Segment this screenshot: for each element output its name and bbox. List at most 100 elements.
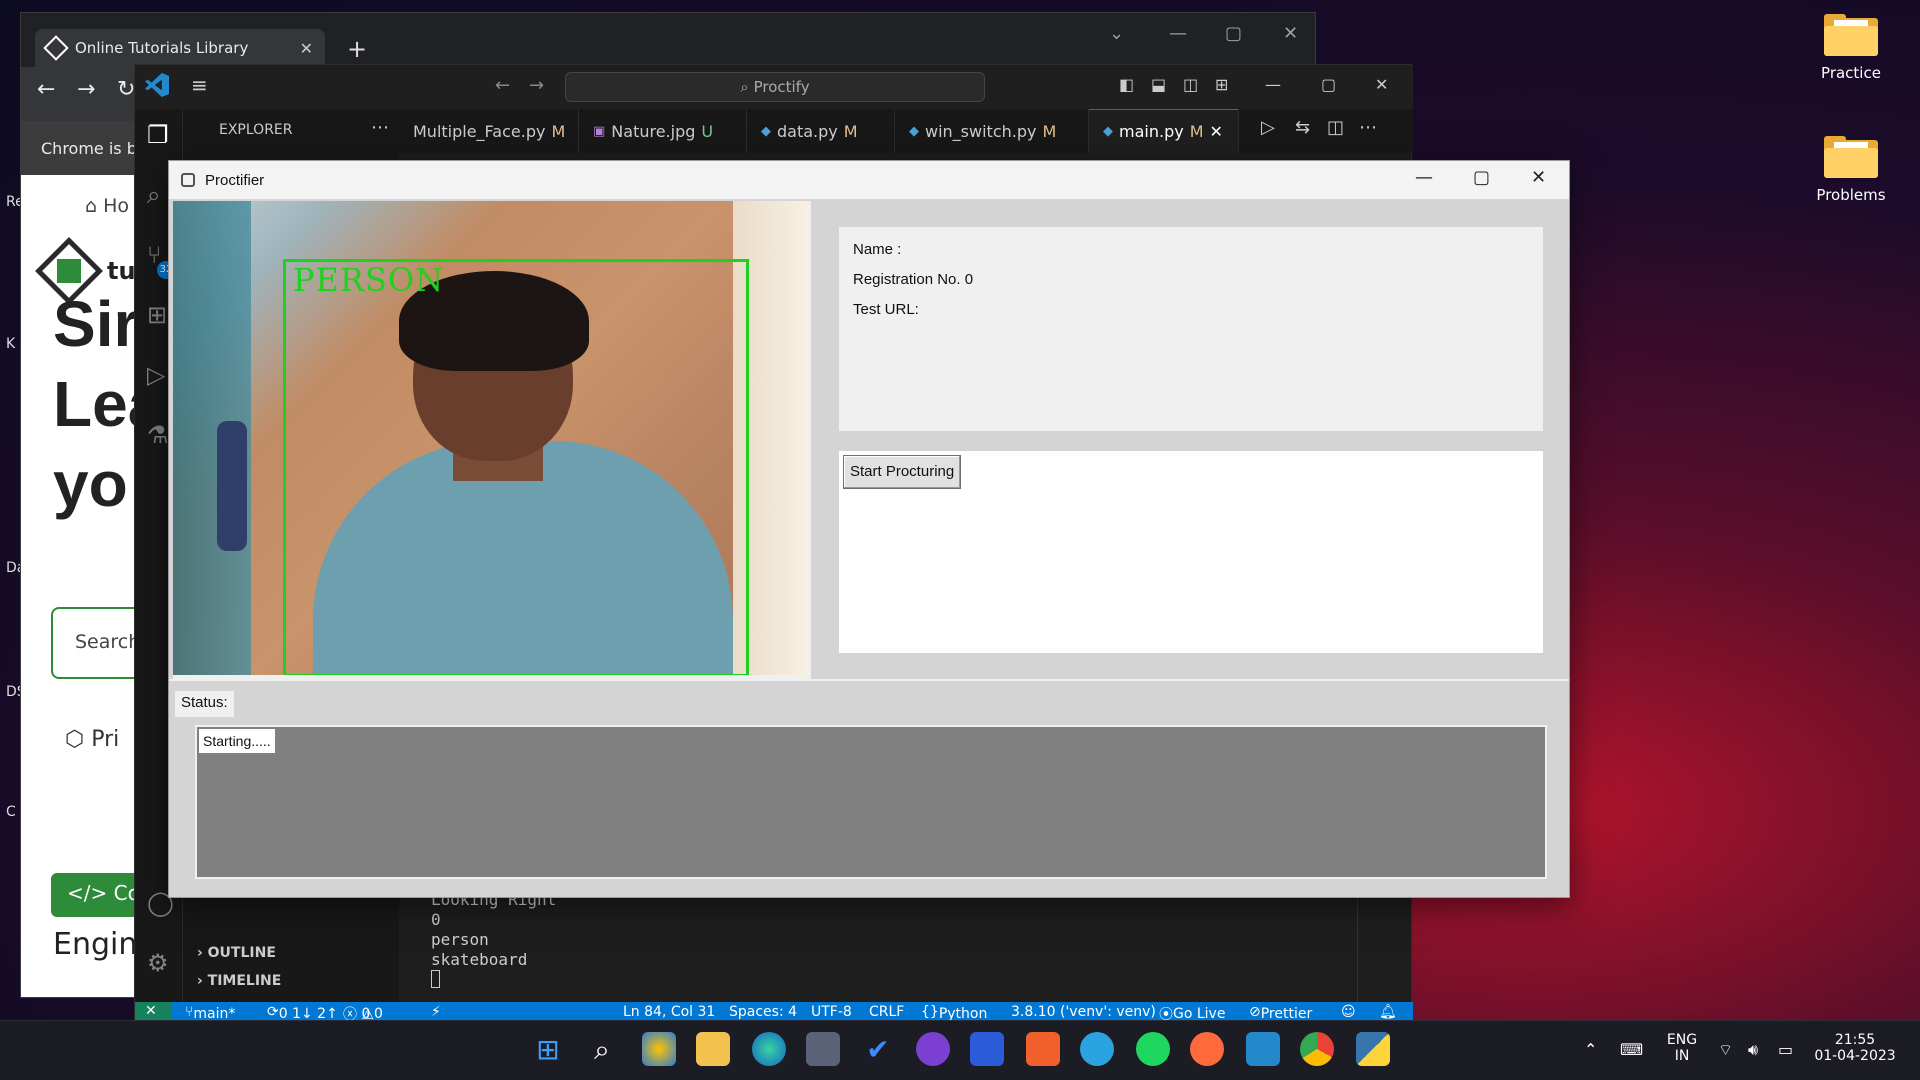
toggle-sidebar-icon[interactable]: ◧ xyxy=(1119,75,1134,94)
desktop-icon-problems[interactable]: Problems xyxy=(1796,136,1906,204)
edge-text: K xyxy=(6,336,16,352)
browser-tab[interactable]: Online Tutorials Library ✕ xyxy=(35,29,325,67)
tab-main-py[interactable]: ◆ main.py M ✕ xyxy=(1089,109,1239,153)
file-explorer-icon[interactable] xyxy=(696,1032,730,1066)
spotify-icon[interactable] xyxy=(1136,1032,1170,1066)
explorer-icon[interactable]: ❐ xyxy=(147,121,169,149)
status-label: Status: xyxy=(175,691,234,717)
language-mode[interactable]: {} Python xyxy=(921,1004,987,1022)
compare-icon[interactable]: ⇆ xyxy=(1295,117,1310,138)
battery-icon[interactable]: ▭ xyxy=(1778,1040,1793,1059)
tab-status: M xyxy=(1189,122,1204,141)
clock[interactable]: 21:55 01-04-2023 xyxy=(1808,1032,1902,1064)
menu-icon[interactable]: ≡ xyxy=(191,73,208,97)
python-app-taskbar-icon[interactable] xyxy=(1356,1032,1390,1066)
minimize-icon[interactable]: — xyxy=(1169,23,1187,44)
forward-icon[interactable]: → xyxy=(529,75,544,96)
wifi-icon[interactable]: ⌔ xyxy=(1718,1040,1733,1060)
more-actions-icon[interactable]: ⋯ xyxy=(371,117,389,138)
toggle-panel-icon[interactable]: ⬓ xyxy=(1151,75,1166,94)
split-editor-icon[interactable]: ◫ xyxy=(1327,117,1344,138)
explorer-title: EXPLORER xyxy=(219,122,293,138)
prettier-status[interactable]: ⊘ Prettier xyxy=(1249,1004,1312,1022)
search-icon[interactable]: ⌕ xyxy=(147,181,160,209)
terminal-line: person xyxy=(431,930,489,949)
extensions-icon[interactable]: ⊞ xyxy=(147,301,167,329)
cursor-position[interactable]: Ln 84, Col 31 xyxy=(623,1004,715,1020)
settings-gear-icon[interactable]: ⚙ xyxy=(147,949,169,977)
github-desktop-icon[interactable] xyxy=(916,1032,950,1066)
notifications-bell-icon[interactable]: 🔔︎ xyxy=(1379,1004,1397,1020)
maximize-icon[interactable]: ▢ xyxy=(1473,167,1490,188)
search-icon: ⌕ xyxy=(740,78,749,96)
telegram-icon[interactable] xyxy=(1080,1032,1114,1066)
show-hidden-icons-icon[interactable]: ⌃ xyxy=(1584,1040,1597,1059)
calculator-icon[interactable] xyxy=(806,1032,840,1066)
back-icon[interactable]: ← xyxy=(37,77,55,102)
maximize-icon[interactable]: ▢ xyxy=(1225,23,1242,44)
chrome-taskbar-icon[interactable] xyxy=(1300,1032,1334,1066)
folder-icon xyxy=(1824,136,1878,178)
terminal-output[interactable]: Looking Right 0 person skateboard xyxy=(431,890,1161,993)
search-icon[interactable]: ⌕ xyxy=(584,1033,620,1067)
volume-icon[interactable]: 🔊︎ xyxy=(1748,1040,1758,1060)
encoding-status[interactable]: UTF-8 xyxy=(811,1004,852,1020)
python-interpreter[interactable]: 3.8.10 ('venv': venv) xyxy=(1011,1004,1156,1020)
calendar-icon[interactable] xyxy=(970,1032,1004,1066)
customize-layout-icon[interactable]: ⊞ xyxy=(1215,75,1228,94)
candidate-info-panel: Name : Registration No. 0 Test URL: xyxy=(839,227,1543,431)
tab-multiple-face[interactable]: Multiple_Face.py M xyxy=(399,109,579,153)
close-icon[interactable]: ✕ xyxy=(1531,167,1546,188)
desktop-icon-practice[interactable]: Practice xyxy=(1796,14,1906,82)
close-tab-icon[interactable]: ✕ xyxy=(300,39,313,58)
reload-icon[interactable]: ↻ xyxy=(117,77,135,102)
todo-check-icon[interactable]: ✔ xyxy=(860,1033,896,1066)
run-debug-icon[interactable]: ▷ xyxy=(147,361,165,389)
run-icon[interactable]: ▷ xyxy=(1261,117,1275,138)
close-tab-icon[interactable]: ✕ xyxy=(1210,122,1223,141)
lightning-icon[interactable]: ⚡ xyxy=(431,1004,441,1020)
tab-data-py[interactable]: ◆ data.py M xyxy=(747,109,895,153)
prime-pack-link[interactable]: ⬡ Pri xyxy=(65,727,119,752)
start-windows-icon[interactable]: ⊞ xyxy=(530,1033,566,1066)
minimize-icon[interactable]: — xyxy=(1265,75,1281,94)
name-label: Name : xyxy=(853,241,902,258)
minimize-icon[interactable]: — xyxy=(1415,167,1433,188)
tab-win-switch[interactable]: ◆ win_switch.py M xyxy=(895,109,1089,153)
proctifier-titlebar: Proctifier xyxy=(169,161,1569,199)
new-tab-button[interactable]: + xyxy=(347,35,367,63)
back-icon[interactable]: ← xyxy=(495,75,510,96)
tab-nature-jpg[interactable]: ▣ Nature.jpg U xyxy=(579,109,747,153)
terminal-line: 0 xyxy=(431,910,441,929)
branch-status[interactable]: ⑂ main* xyxy=(185,1004,235,1022)
tab-status: M xyxy=(843,121,858,141)
vscode-taskbar-icon[interactable] xyxy=(1246,1032,1280,1066)
more-actions-icon[interactable]: ⋯ xyxy=(1359,117,1377,138)
command-center-search[interactable]: ⌕ Proctify xyxy=(565,72,985,102)
chevron-down-icon[interactable]: ⌄ xyxy=(1109,23,1124,44)
feedback-icon[interactable]: ☺ xyxy=(1341,1004,1356,1020)
language-label: ENG xyxy=(1666,1032,1698,1048)
eol-status[interactable]: CRLF xyxy=(869,1004,904,1020)
toggle-secondary-sidebar-icon[interactable]: ◫ xyxy=(1183,75,1198,94)
timeline-section[interactable]: › TIMELINE xyxy=(197,973,281,989)
logo-text: tu xyxy=(107,257,136,285)
maximize-icon[interactable]: ▢ xyxy=(1321,75,1336,94)
close-icon[interactable]: ✕ xyxy=(1283,23,1298,44)
edge-browser-icon[interactable] xyxy=(752,1032,786,1066)
indentation-status[interactable]: Spaces: 4 xyxy=(729,1004,797,1020)
clock-time: 21:55 xyxy=(1834,1032,1876,1048)
copilot-icon[interactable] xyxy=(642,1032,676,1066)
home-link[interactable]: ⌂ Ho xyxy=(85,195,129,217)
keyboard-icon[interactable]: ⌨ xyxy=(1620,1040,1643,1059)
edge-text: C xyxy=(6,804,16,820)
testing-icon[interactable]: ⚗ xyxy=(147,421,169,449)
sync-status[interactable]: ⟳ 0 1↓ 2↑ xyxy=(267,1004,338,1022)
language-indicator[interactable]: ENG IN xyxy=(1662,1032,1702,1064)
start-procturing-button[interactable]: Start Procturing xyxy=(843,455,962,489)
forward-icon[interactable]: → xyxy=(77,77,95,102)
brave-browser-icon[interactable] xyxy=(1026,1032,1060,1066)
postman-icon[interactable] xyxy=(1190,1032,1224,1066)
close-icon[interactable]: ✕ xyxy=(1375,75,1388,94)
outline-section[interactable]: › OUTLINE xyxy=(197,945,276,961)
